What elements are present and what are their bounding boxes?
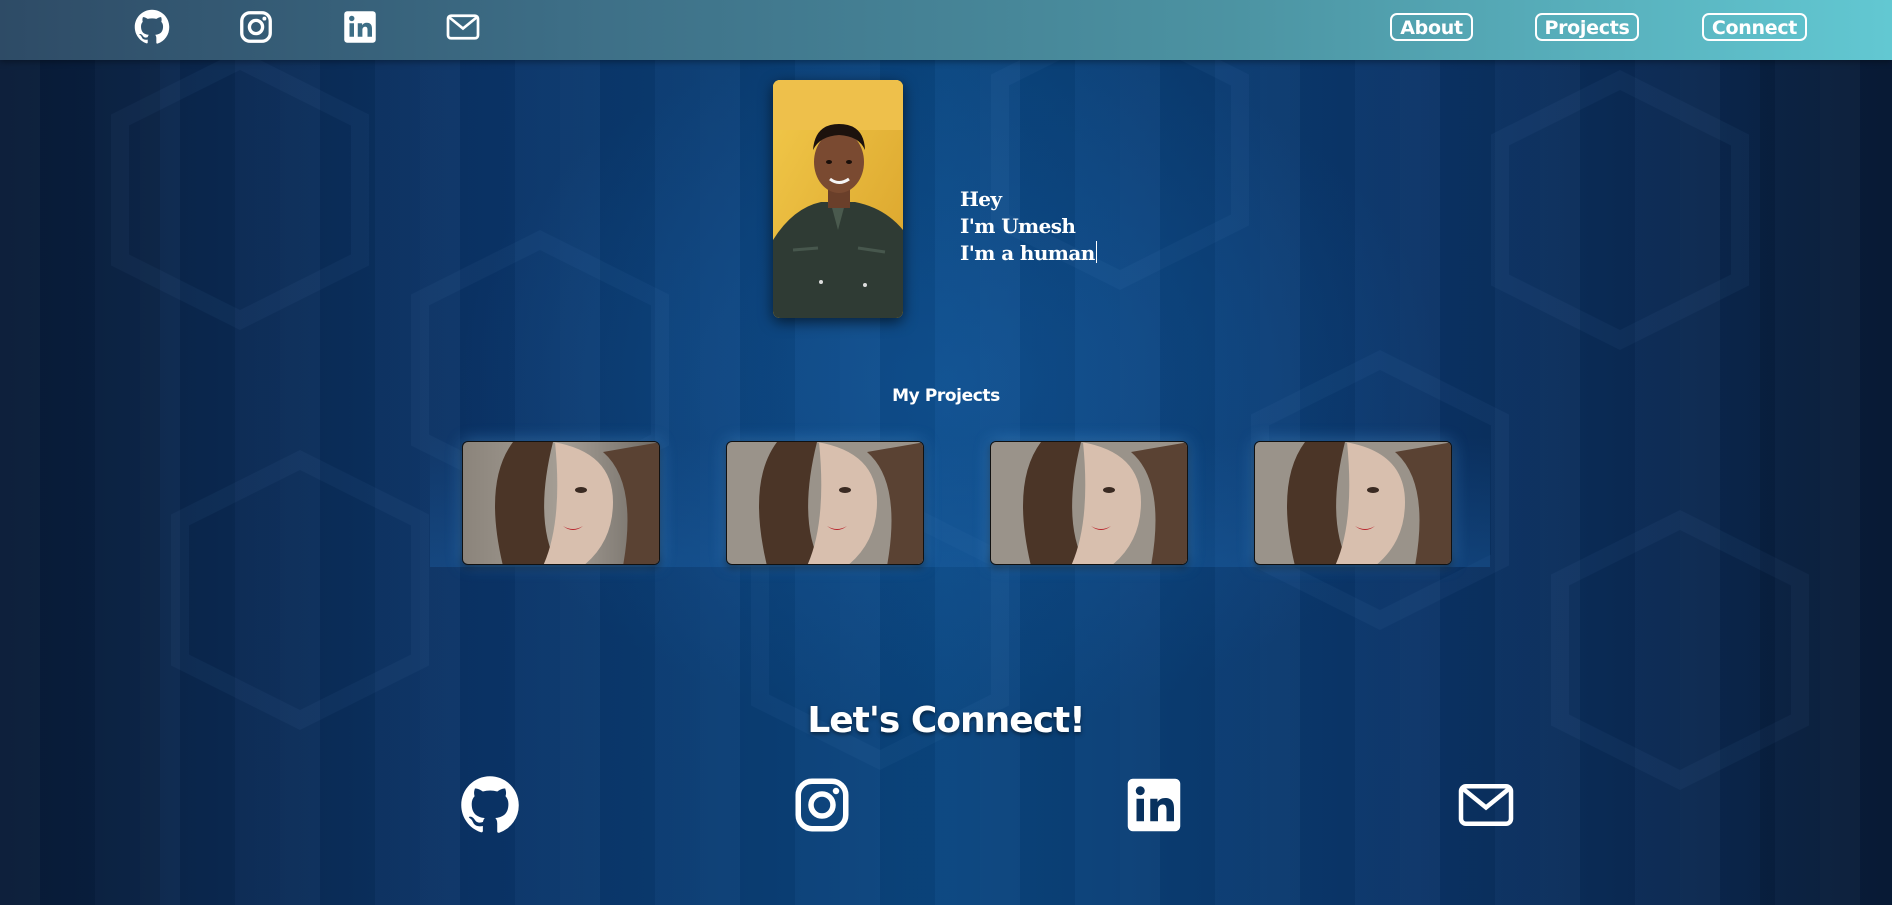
- connect-section-title: Let's Connect!: [807, 700, 1085, 741]
- project-card[interactable]: [990, 441, 1188, 565]
- greeting-line-2: I'm Umesh: [960, 214, 1076, 238]
- project-thumbnail: [991, 442, 1187, 564]
- projects-section-title: My Projects: [892, 386, 1000, 406]
- typing-caret: [1095, 241, 1097, 263]
- project-card[interactable]: [1254, 441, 1452, 565]
- hero-greeting: Hey I'm Umesh I'm a human: [960, 186, 1097, 267]
- greeting-line-3: I'm a human: [960, 240, 1097, 267]
- linkedin-icon[interactable]: [1124, 775, 1184, 835]
- instagram-icon[interactable]: [792, 775, 852, 835]
- github-icon[interactable]: [134, 9, 170, 45]
- nav-connect-button[interactable]: Connect: [1702, 13, 1807, 41]
- profile-photo: [773, 80, 903, 318]
- nav-projects-button[interactable]: Projects: [1535, 13, 1639, 41]
- mail-icon[interactable]: [445, 9, 481, 45]
- nav-about-button[interactable]: About: [1390, 13, 1473, 41]
- project-thumbnail: [727, 442, 923, 564]
- project-thumbnail: [463, 442, 659, 564]
- top-navbar: About Projects Connect: [0, 0, 1892, 60]
- linkedin-icon[interactable]: [342, 9, 378, 45]
- project-card[interactable]: [462, 441, 660, 565]
- greeting-line-1: Hey: [960, 187, 1002, 211]
- github-icon[interactable]: [460, 775, 520, 835]
- instagram-icon[interactable]: [238, 9, 274, 45]
- greeting-typed-text: I'm a human: [960, 241, 1095, 265]
- project-card[interactable]: [726, 441, 924, 565]
- project-thumbnail: [1255, 442, 1451, 564]
- profile-photo-image: [773, 80, 903, 318]
- mail-icon[interactable]: [1456, 775, 1516, 835]
